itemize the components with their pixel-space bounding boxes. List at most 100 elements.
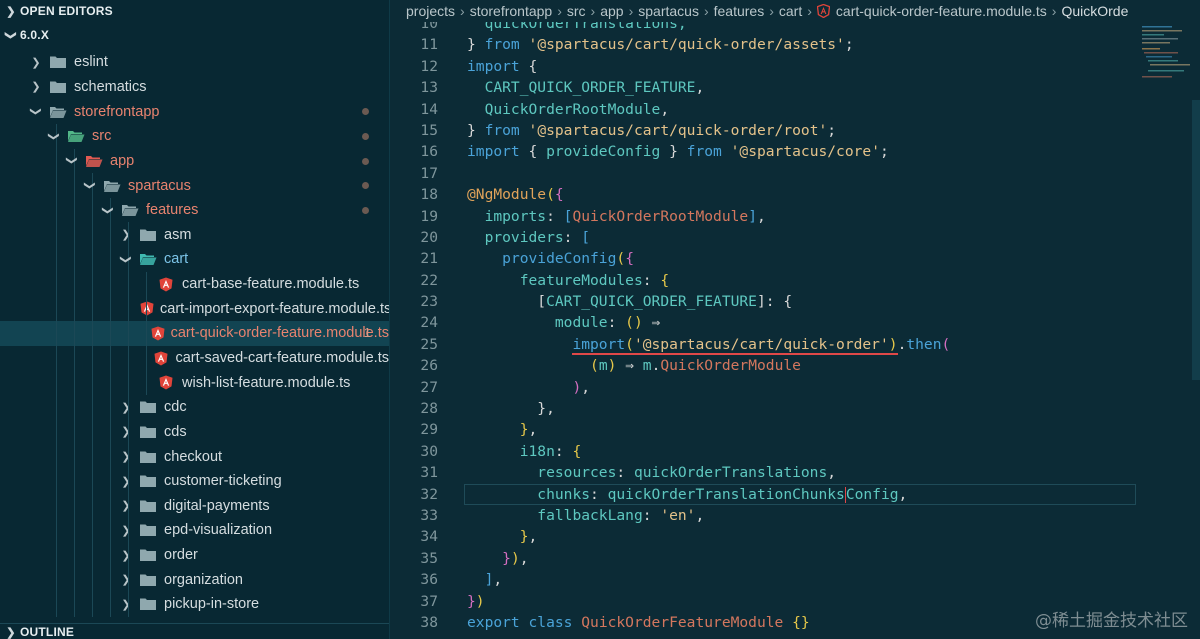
chevron-right-icon[interactable]: ❯ xyxy=(118,549,134,562)
breadcrumb-item[interactable]: app xyxy=(600,3,623,19)
code-editor[interactable]: 10 quickOrderTranslations, 11} from '@spa… xyxy=(390,0,1200,639)
code-line[interactable]: 17 xyxy=(390,163,1200,184)
chevron-right-icon[interactable]: ❯ xyxy=(28,56,44,69)
vertical-scrollbar[interactable] xyxy=(1192,100,1200,380)
code-line[interactable]: 29 }, xyxy=(390,419,1200,440)
tree-file-item[interactable]: wish-list-feature.module.ts xyxy=(0,370,389,395)
tree-folder-item[interactable]: ❯ eslint xyxy=(0,50,389,75)
indent-guide xyxy=(92,419,93,445)
code-line[interactable]: 33 fallbackLang: 'en', xyxy=(390,505,1200,526)
breadcrumb-separator: › xyxy=(807,3,812,19)
chevron-right-icon[interactable]: ❯ xyxy=(118,573,134,586)
chevron-down-icon[interactable]: ❯ xyxy=(120,251,133,267)
code-line[interactable]: 34 }, xyxy=(390,526,1200,547)
chevron-down-icon[interactable]: ❯ xyxy=(30,104,43,120)
indent-guide xyxy=(92,296,93,322)
code-line[interactable]: 16 import { provideConfig } from '@sparta… xyxy=(390,141,1200,162)
chevron-right-icon[interactable]: ❯ xyxy=(118,228,134,241)
chevron-right-icon[interactable]: ❯ xyxy=(118,598,134,611)
chevron-down-icon[interactable]: ❯ xyxy=(84,178,97,194)
indent-guide xyxy=(92,271,93,297)
code-line[interactable]: 11} from '@spartacus/cart/quick-order/as… xyxy=(390,34,1200,55)
tree-folder-item[interactable]: ❯ cart xyxy=(0,247,389,272)
breadcrumb[interactable]: projects › storefrontapp › src › app › spartacus… xyxy=(390,0,1200,22)
open-editors-header[interactable]: ❯ OPEN EDITORS xyxy=(0,0,389,22)
tree-folder-item[interactable]: ❯ organization xyxy=(0,567,389,593)
tree-folder-item[interactable]: ❯ schematics xyxy=(0,75,389,100)
chevron-down-icon[interactable]: ❯ xyxy=(48,128,61,144)
code-line[interactable]: 18 @NgModule({ xyxy=(390,184,1200,205)
code-line[interactable]: 25 import('@spartacus/cart/quick-order')… xyxy=(390,334,1200,355)
indent-guide xyxy=(74,222,75,248)
indent-guide xyxy=(74,321,75,346)
code-line[interactable]: 32 chunks: quickOrderTranslationChunksCo… xyxy=(390,483,1200,505)
code-line[interactable]: 19 imports: [QuickOrderRootModule], xyxy=(390,206,1200,227)
tree-folder-item[interactable]: ❯ digital-payments xyxy=(0,493,389,519)
code-line[interactable]: 15} from '@spartacus/cart/quick-order/ro… xyxy=(390,120,1200,141)
indent-guide xyxy=(56,247,57,272)
code-line[interactable]: 28 }, xyxy=(390,398,1200,419)
code-line[interactable]: 24 module: () ⇒ xyxy=(390,312,1200,333)
line-number: 11 xyxy=(420,36,438,54)
chevron-right-icon[interactable]: ❯ xyxy=(118,425,134,438)
tree-file-item[interactable]: cart-saved-cart-feature.module.ts xyxy=(0,345,389,371)
code-text: import('@spartacus/cart/quick-order').th… xyxy=(572,335,951,355)
indent-guide xyxy=(56,296,57,322)
chevron-right-icon[interactable]: ❯ xyxy=(28,80,44,93)
code-line[interactable]: 13 CART_QUICK_ORDER_FEATURE, xyxy=(390,77,1200,98)
code-line[interactable]: 27 ), xyxy=(390,377,1200,398)
chevron-right-icon[interactable]: ❯ xyxy=(118,450,134,463)
tree-folder-item[interactable]: ❯ app xyxy=(0,148,389,174)
tree-file-item[interactable]: cart-import-export-feature.module.ts xyxy=(0,296,389,322)
breadcrumb-item[interactable]: cart xyxy=(779,3,802,19)
chevron-down-icon[interactable]: ❯ xyxy=(102,202,115,218)
project-header[interactable]: ❯ 6.0.X xyxy=(0,24,389,46)
breadcrumb-item[interactable]: cart-quick-order-feature.module.ts xyxy=(836,3,1047,19)
chevron-right-icon[interactable]: ❯ xyxy=(118,499,134,512)
breadcrumb-item[interactable]: src xyxy=(567,3,586,19)
tree-folder-item[interactable]: ❯ customer-ticketing xyxy=(0,468,389,494)
tree-folder-item[interactable]: ❯ spartacus xyxy=(0,173,389,198)
tree-folder-item[interactable]: ❯ cdc xyxy=(0,394,389,420)
outline-header[interactable]: ❯ OUTLINE xyxy=(0,623,389,639)
code-line[interactable]: 23 [CART_QUICK_ORDER_FEATURE]: { xyxy=(390,291,1200,312)
indent-guide xyxy=(92,247,93,272)
code-text: imports: [QuickOrderRootModule], xyxy=(484,207,766,225)
tree-folder-item[interactable]: ❯ storefrontapp xyxy=(0,99,389,124)
code-line[interactable]: 20 providers: [ xyxy=(390,227,1200,248)
tree-folder-item[interactable]: ❯ checkout xyxy=(0,444,389,469)
breadcrumb-item[interactable]: QuickOrde xyxy=(1061,3,1128,19)
breadcrumb-item[interactable]: spartacus xyxy=(638,3,699,19)
code-area[interactable]: 10 quickOrderTranslations, 11} from '@spa… xyxy=(390,13,1200,633)
breadcrumb-item[interactable]: features xyxy=(714,3,765,19)
code-line[interactable]: 30 i18n: { xyxy=(390,441,1200,462)
indent-guide xyxy=(74,370,75,395)
breadcrumb-item[interactable]: storefrontapp xyxy=(470,3,553,19)
chevron-right-icon[interactable]: ❯ xyxy=(118,475,134,488)
app-folder-icon xyxy=(84,153,104,169)
code-line[interactable]: 22 featureModules: { xyxy=(390,270,1200,291)
tree-folder-item[interactable]: ❯ cds xyxy=(0,419,389,445)
tree-folder-item[interactable]: ❯ features xyxy=(0,197,389,223)
tree-folder-item[interactable]: ❯ pickup-in-store xyxy=(0,592,389,617)
code-line[interactable]: 21 provideConfig({ xyxy=(390,248,1200,269)
tree-folder-item[interactable]: ❯ epd-visualization xyxy=(0,518,389,543)
chevron-right-icon[interactable]: ❯ xyxy=(118,524,134,537)
tree-folder-item[interactable]: ❯ order xyxy=(0,542,389,568)
tree-folder-item[interactable]: ❯ src xyxy=(0,123,389,149)
chevron-right-icon[interactable]: ❯ xyxy=(118,401,134,414)
code-line[interactable]: 36 ], xyxy=(390,569,1200,590)
line-number: 35 xyxy=(420,549,438,567)
code-line[interactable]: 14 QuickOrderRootModule, xyxy=(390,99,1200,120)
code-line[interactable]: 26 (m) ⇒ m.QuickOrderModule xyxy=(390,355,1200,376)
minimap[interactable] xyxy=(1138,22,1200,102)
tree-file-item[interactable]: cart-quick-order-feature.module.ts 1 xyxy=(0,321,389,346)
code-line[interactable]: 31 resources: quickOrderTranslations, xyxy=(390,462,1200,483)
tree-file-item[interactable]: cart-base-feature.module.ts xyxy=(0,271,389,297)
code-line[interactable]: 12 import { xyxy=(390,56,1200,77)
code-line[interactable]: 35 }), xyxy=(390,548,1200,569)
chevron-down-icon[interactable]: ❯ xyxy=(66,153,79,169)
tree-item-label: app xyxy=(110,152,135,169)
tree-folder-item[interactable]: ❯ asm xyxy=(0,222,389,248)
breadcrumb-item[interactable]: projects xyxy=(406,3,455,19)
